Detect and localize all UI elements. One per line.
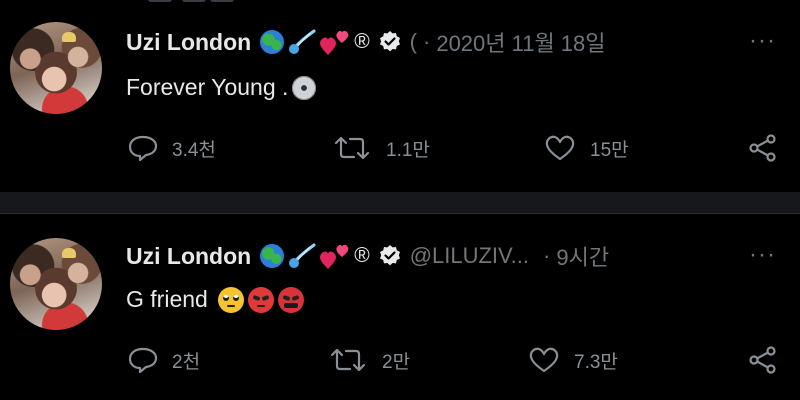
hearts-emoji-icon xyxy=(320,30,349,55)
hearts-emoji-icon xyxy=(320,244,349,269)
tweet-text-content: G friend xyxy=(126,286,208,312)
reply-count: 2천 xyxy=(172,351,201,373)
tweet-text-content: Forever Young . xyxy=(126,74,289,100)
like-button[interactable]: 7.3만 xyxy=(528,346,618,374)
like-button[interactable]: 15만 xyxy=(544,134,629,162)
tweet-header: Uzi London ® @LILUZIV... · 9시간 xyxy=(126,239,609,273)
timestamp[interactable]: 9시간 xyxy=(556,240,609,272)
reply-icon xyxy=(128,347,158,374)
like-count: 7.3만 xyxy=(574,351,618,373)
like-count: 15만 xyxy=(590,139,629,161)
avatar[interactable] xyxy=(10,22,102,114)
reply-button[interactable]: 2천 xyxy=(128,346,200,374)
retweet-button[interactable]: 1.1만 xyxy=(332,134,430,162)
share-icon xyxy=(749,134,776,162)
comet-emoji-icon xyxy=(289,29,316,54)
retweet-button[interactable]: 2만 xyxy=(328,346,410,374)
author-name[interactable]: Uzi London xyxy=(126,29,251,56)
reply-count: 3.4천 xyxy=(172,139,216,161)
tweet-text: G friend xyxy=(126,286,304,313)
tweet-actions: 2천 2만 7.3만 xyxy=(0,346,800,376)
retweet-icon xyxy=(330,348,366,372)
registered-mark: ® xyxy=(354,244,370,267)
avatar[interactable] xyxy=(10,238,102,330)
share-icon xyxy=(749,346,776,374)
author-handle[interactable]: ( xyxy=(410,29,417,55)
cd-emoji-icon xyxy=(292,75,317,100)
tweet-text: Forever Young . xyxy=(126,74,317,101)
like-icon xyxy=(545,135,575,161)
author-handle[interactable]: @LILUZIV... xyxy=(410,243,529,269)
tweet-actions: 3.4천 1.1만 15만 xyxy=(0,134,800,164)
like-icon xyxy=(529,347,559,373)
share-button[interactable] xyxy=(748,134,792,162)
tweet-header: Uzi London ® ( · 2020년 11월 18일 xyxy=(126,25,606,59)
retweet-icon xyxy=(334,136,370,160)
eye-roll-emoji-icon xyxy=(217,286,244,313)
reply-button[interactable]: 3.4천 xyxy=(128,134,216,162)
angry-face-emoji-icon xyxy=(247,286,274,313)
verified-badge-icon xyxy=(379,245,400,266)
globe-emoji-icon xyxy=(260,244,285,268)
verified-badge-icon xyxy=(379,31,400,52)
tweet[interactable]: Uzi London ® @LILUZIV... · 9시간 ··· G fri… xyxy=(0,214,800,400)
globe-emoji-icon xyxy=(260,30,285,54)
tweet-divider xyxy=(0,192,800,214)
timestamp[interactable]: 2020년 11월 18일 xyxy=(436,26,605,58)
tweet[interactable]: Uzi London ® ( · 2020년 11월 18일 ··· Forev… xyxy=(0,0,800,192)
separator-dot: · xyxy=(543,243,551,268)
registered-mark: ® xyxy=(354,30,370,53)
cursing-face-emoji-icon xyxy=(277,286,304,313)
separator-dot: · xyxy=(423,29,431,54)
author-name[interactable]: Uzi London xyxy=(126,243,251,270)
more-icon[interactable]: ··· xyxy=(749,27,776,55)
retweet-count: 1.1만 xyxy=(386,139,430,161)
comet-emoji-icon xyxy=(289,243,316,268)
more-icon[interactable]: ··· xyxy=(749,241,776,269)
retweet-count: 2만 xyxy=(382,351,411,373)
reply-icon xyxy=(128,135,158,162)
share-button[interactable] xyxy=(748,346,792,374)
